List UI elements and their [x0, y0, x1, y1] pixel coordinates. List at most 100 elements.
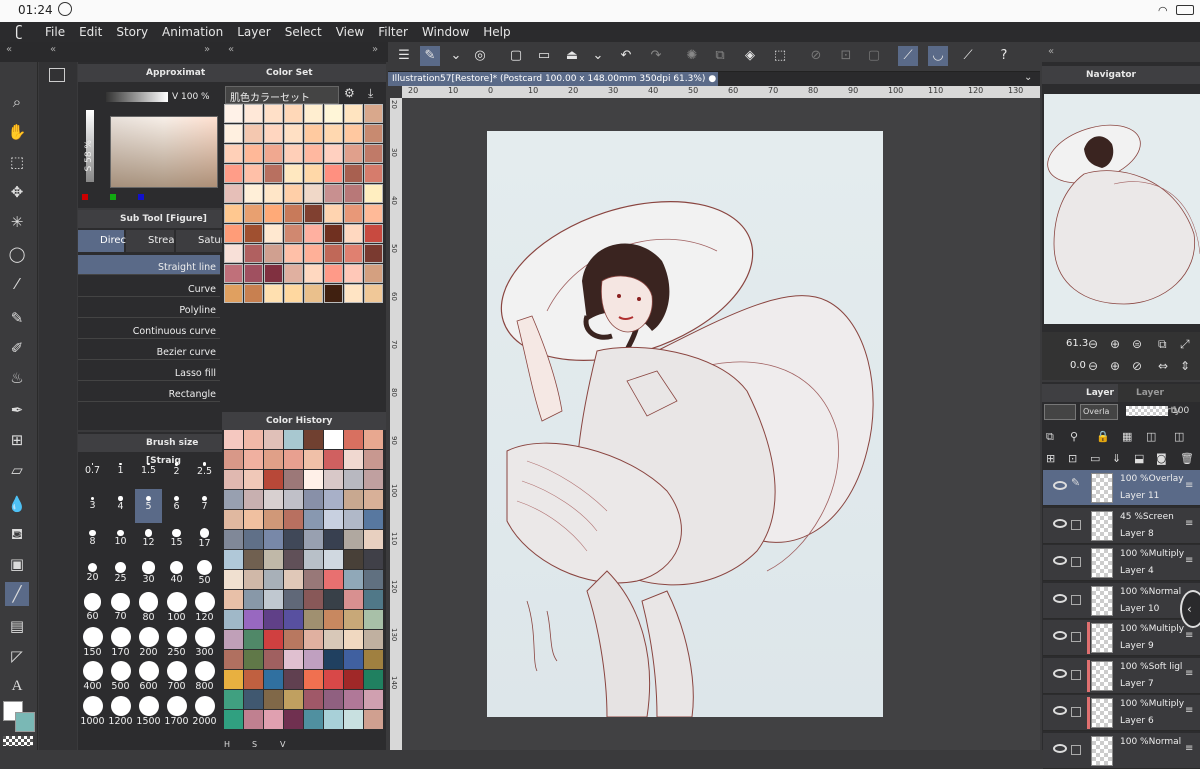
color-swatch[interactable]	[324, 264, 343, 283]
color-swatch[interactable]	[244, 184, 263, 203]
clear-icon[interactable]: ⧉	[710, 46, 730, 66]
tab-layer-property[interactable]: Layer Property	[1118, 384, 1200, 416]
visibility-eye-icon[interactable]	[1053, 593, 1067, 603]
history-swatch[interactable]	[304, 510, 323, 529]
fill-tool-icon[interactable]: ⛾	[5, 522, 29, 546]
color-swatch[interactable]	[304, 204, 323, 223]
brush-size-cell[interactable]: 7	[191, 489, 218, 523]
history-swatch[interactable]	[244, 710, 263, 729]
color-swatch[interactable]	[324, 224, 343, 243]
rotate-right-icon[interactable]: ⊕	[1110, 359, 1120, 373]
rotate-left-icon[interactable]: ⊖	[1088, 359, 1098, 373]
color-swatch[interactable]	[304, 264, 323, 283]
history-swatch[interactable]	[264, 510, 283, 529]
history-swatch[interactable]	[344, 530, 363, 549]
brush-size-cell[interactable]: 700	[163, 661, 190, 695]
history-swatch[interactable]	[264, 710, 283, 729]
color-swatch[interactable]	[264, 124, 283, 143]
color-swatch[interactable]	[324, 104, 343, 123]
history-swatch[interactable]	[304, 670, 323, 689]
color-swatch[interactable]	[364, 204, 383, 223]
color-swatch[interactable]	[364, 264, 383, 283]
color-set-settings-icon[interactable]: ⚙	[344, 86, 355, 100]
color-swatch[interactable]	[304, 184, 323, 203]
color-swatch[interactable]	[304, 224, 323, 243]
history-swatch[interactable]	[264, 570, 283, 589]
history-swatch[interactable]	[284, 470, 303, 489]
history-swatch[interactable]	[304, 570, 323, 589]
color-swatch[interactable]	[344, 124, 363, 143]
hand-tool-icon[interactable]: ✋	[5, 120, 29, 144]
color-swatch[interactable]	[244, 164, 263, 183]
color-set-dropdown[interactable]: 肌色カラーセット	[225, 86, 339, 104]
blend-tool-icon[interactable]: ✒	[5, 398, 29, 422]
redo-icon[interactable]: ↷	[646, 46, 666, 66]
sub-tool-lasso-fill[interactable]: Lasso fill	[78, 361, 220, 381]
history-swatch[interactable]	[324, 650, 343, 669]
history-swatch[interactable]	[224, 470, 243, 489]
history-swatch[interactable]	[284, 450, 303, 469]
color-swatch[interactable]	[264, 204, 283, 223]
color-swatch[interactable]	[264, 224, 283, 243]
history-swatch[interactable]	[324, 590, 343, 609]
visibility-eye-icon[interactable]	[1053, 706, 1067, 715]
history-swatch[interactable]	[344, 470, 363, 489]
history-swatch[interactable]	[364, 510, 383, 529]
sub-tool-straight-line[interactable]: Straight line	[78, 255, 220, 275]
history-swatch[interactable]	[344, 450, 363, 469]
color-swatch[interactable]	[284, 144, 303, 163]
undo-icon[interactable]: ↶	[616, 46, 636, 66]
history-swatch[interactable]	[304, 590, 323, 609]
color-swatch[interactable]	[344, 224, 363, 243]
menu-view[interactable]: View	[329, 22, 371, 42]
drag-handle-icon[interactable]: ≡	[1185, 743, 1193, 754]
transfer-down-icon[interactable]: ⇓	[1112, 452, 1121, 465]
history-swatch[interactable]	[224, 530, 243, 549]
color-swatch[interactable]	[304, 124, 323, 143]
navigator-preview[interactable]	[1044, 94, 1200, 324]
history-swatch[interactable]	[364, 450, 383, 469]
menu-filter[interactable]: Filter	[371, 22, 415, 42]
sub-tool-bezier-curve[interactable]: Bezier curve	[78, 340, 220, 360]
lock-icon[interactable]: 🔒	[1096, 430, 1110, 443]
history-swatch[interactable]	[284, 430, 303, 449]
tab-chevron-icon[interactable]: ⌄	[1024, 72, 1032, 83]
layer-row[interactable]: 100 %Multiply Layer 6 ≡	[1043, 695, 1200, 731]
history-swatch[interactable]	[344, 650, 363, 669]
sub-tool-rectangle[interactable]: Rectangle	[78, 382, 220, 402]
brush-size-cell[interactable]: 10	[107, 523, 134, 557]
history-swatch[interactable]	[284, 510, 303, 529]
color-swatch[interactable]	[224, 204, 243, 223]
new-vector-icon[interactable]: ⊡	[1068, 452, 1077, 465]
brush-size-cell[interactable]: 8	[79, 523, 106, 557]
open-file-icon[interactable]: ▭	[534, 46, 554, 66]
history-swatch[interactable]	[364, 590, 383, 609]
drag-handle-icon[interactable]: ≡	[1185, 555, 1193, 566]
lasso-tool-icon[interactable]: ◯	[5, 242, 29, 266]
history-swatch[interactable]	[284, 610, 303, 629]
color-swatch[interactable]	[244, 244, 263, 263]
history-swatch[interactable]	[364, 530, 383, 549]
brush-size-cell[interactable]: 150	[79, 626, 106, 661]
history-swatch[interactable]	[244, 530, 263, 549]
color-swatch[interactable]	[284, 264, 303, 283]
blend-drop-icon[interactable]: 💧	[5, 492, 29, 516]
zoom-in-icon[interactable]: ⊕	[1110, 337, 1120, 351]
history-swatch[interactable]	[284, 690, 303, 709]
brush-size-cell[interactable]: 60	[79, 592, 106, 626]
brush-size-cell[interactable]: 2.5	[191, 454, 218, 488]
history-swatch[interactable]	[224, 650, 243, 669]
color-swatch[interactable]	[364, 244, 383, 263]
tab-stream[interactable]: Strea	[126, 230, 174, 252]
color-swatch[interactable]	[344, 244, 363, 263]
figure-tool-icon[interactable]: ╱	[5, 582, 29, 606]
history-swatch[interactable]	[224, 710, 243, 729]
color-swatch[interactable]	[324, 244, 343, 263]
history-swatch[interactable]	[304, 630, 323, 649]
invert-selection-icon[interactable]: ⊡	[836, 46, 856, 66]
brush-size-cell[interactable]: 1500	[135, 695, 162, 730]
history-swatch[interactable]	[324, 570, 343, 589]
ruler-enable-icon[interactable]: ◫	[1174, 430, 1184, 443]
visibility-eye-icon[interactable]	[1053, 743, 1067, 753]
color-swatch[interactable]	[284, 124, 303, 143]
